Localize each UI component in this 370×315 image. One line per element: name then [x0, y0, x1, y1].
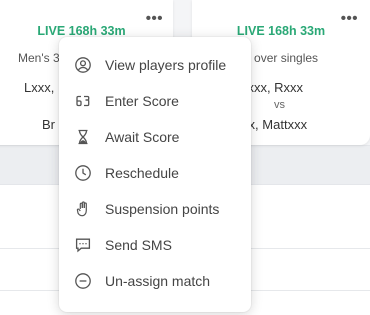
- player-one: Lxxx,: [24, 80, 55, 95]
- menu-item-label: Enter Score: [105, 93, 179, 109]
- hourglass-icon: [74, 128, 92, 146]
- more-options-button[interactable]: •••: [341, 10, 358, 27]
- user-circle-icon: [74, 56, 92, 74]
- menu-item-label: Await Score: [105, 129, 180, 145]
- menu-item-label: View players profile: [105, 57, 227, 73]
- more-options-button[interactable]: •••: [146, 10, 163, 27]
- player-two: Br: [42, 117, 55, 132]
- menu-item-unassign-match[interactable]: Un-assign match: [59, 263, 251, 299]
- menu-item-view-players-profile[interactable]: View players profile: [59, 47, 251, 83]
- hand-icon: [74, 200, 92, 218]
- menu-item-await-score[interactable]: Await Score: [59, 119, 251, 155]
- match-actions-menu: View players profile Enter Score Await S…: [59, 37, 251, 312]
- menu-item-reschedule[interactable]: Reschedule: [59, 155, 251, 191]
- menu-item-label: Un-assign match: [105, 273, 211, 289]
- menu-item-enter-score[interactable]: Enter Score: [59, 83, 251, 119]
- menu-item-send-sms[interactable]: Send SMS: [59, 227, 251, 263]
- versus-label: vs: [274, 99, 285, 111]
- clock-icon: [74, 164, 92, 182]
- menu-item-label: Suspension points: [105, 201, 220, 217]
- menu-item-suspension-points[interactable]: Suspension points: [59, 191, 251, 227]
- score-icon: [74, 92, 92, 110]
- menu-item-label: Send SMS: [105, 237, 172, 253]
- match-category: Men's 3: [18, 51, 60, 65]
- menu-item-label: Reschedule: [105, 165, 179, 181]
- message-icon: [74, 236, 92, 254]
- minus-circle-icon: [74, 272, 92, 290]
